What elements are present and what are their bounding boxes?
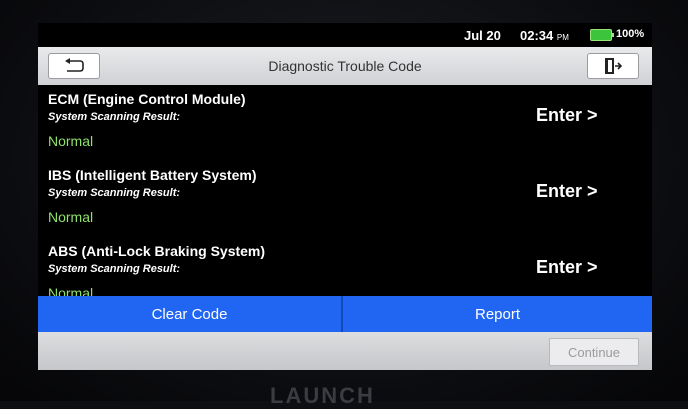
enter-button[interactable]: Enter > (536, 105, 598, 126)
brand-logo: LAUNCH (270, 383, 375, 408)
footer-bar: Continue (38, 332, 652, 370)
system-name: ECM (Engine Control Module) (48, 91, 246, 107)
scan-result-label: System Scanning Result: (48, 263, 181, 275)
clear-code-button[interactable]: Clear Code (38, 296, 341, 332)
status-ampm: PM (556, 33, 569, 42)
status-clock: 02:34 (520, 28, 554, 43)
battery-icon (590, 29, 614, 41)
header-bar: Diagnostic Trouble Code (38, 47, 652, 85)
system-name: IBS (Intelligent Battery System) (48, 167, 257, 183)
scan-status: Normal (48, 133, 94, 149)
continue-button[interactable]: Continue (549, 338, 639, 366)
page-title: Diagnostic Trouble Code (268, 58, 422, 74)
battery-percent: 100% (616, 28, 645, 40)
system-name: ABS (Anti-Lock Braking System) (48, 243, 266, 259)
list-item: ECM (Engine Control Module) System Scann… (38, 85, 652, 161)
enter-button[interactable]: Enter > (536, 257, 598, 278)
report-button[interactable]: Report (343, 296, 652, 332)
scan-result-label: System Scanning Result: (48, 111, 181, 123)
list-item: IBS (Intelligent Battery System) System … (38, 161, 652, 237)
status-bar: Jul 20 02:34 PM 100% (38, 23, 652, 47)
system-list: ECM (Engine Control Module) System Scann… (38, 85, 652, 301)
scan-result-label: System Scanning Result: (48, 187, 181, 199)
exit-button[interactable] (587, 53, 639, 79)
device-screen: Jul 20 02:34 PM 100% Diagnostic Trouble … (38, 23, 652, 370)
enter-button[interactable]: Enter > (536, 181, 598, 202)
action-bar: Clear Code Report (38, 296, 652, 332)
status-time: 02:34 PM (520, 28, 569, 43)
exit-door-icon (605, 58, 623, 74)
status-date: Jul 20 (464, 28, 501, 43)
scan-status: Normal (48, 209, 94, 225)
